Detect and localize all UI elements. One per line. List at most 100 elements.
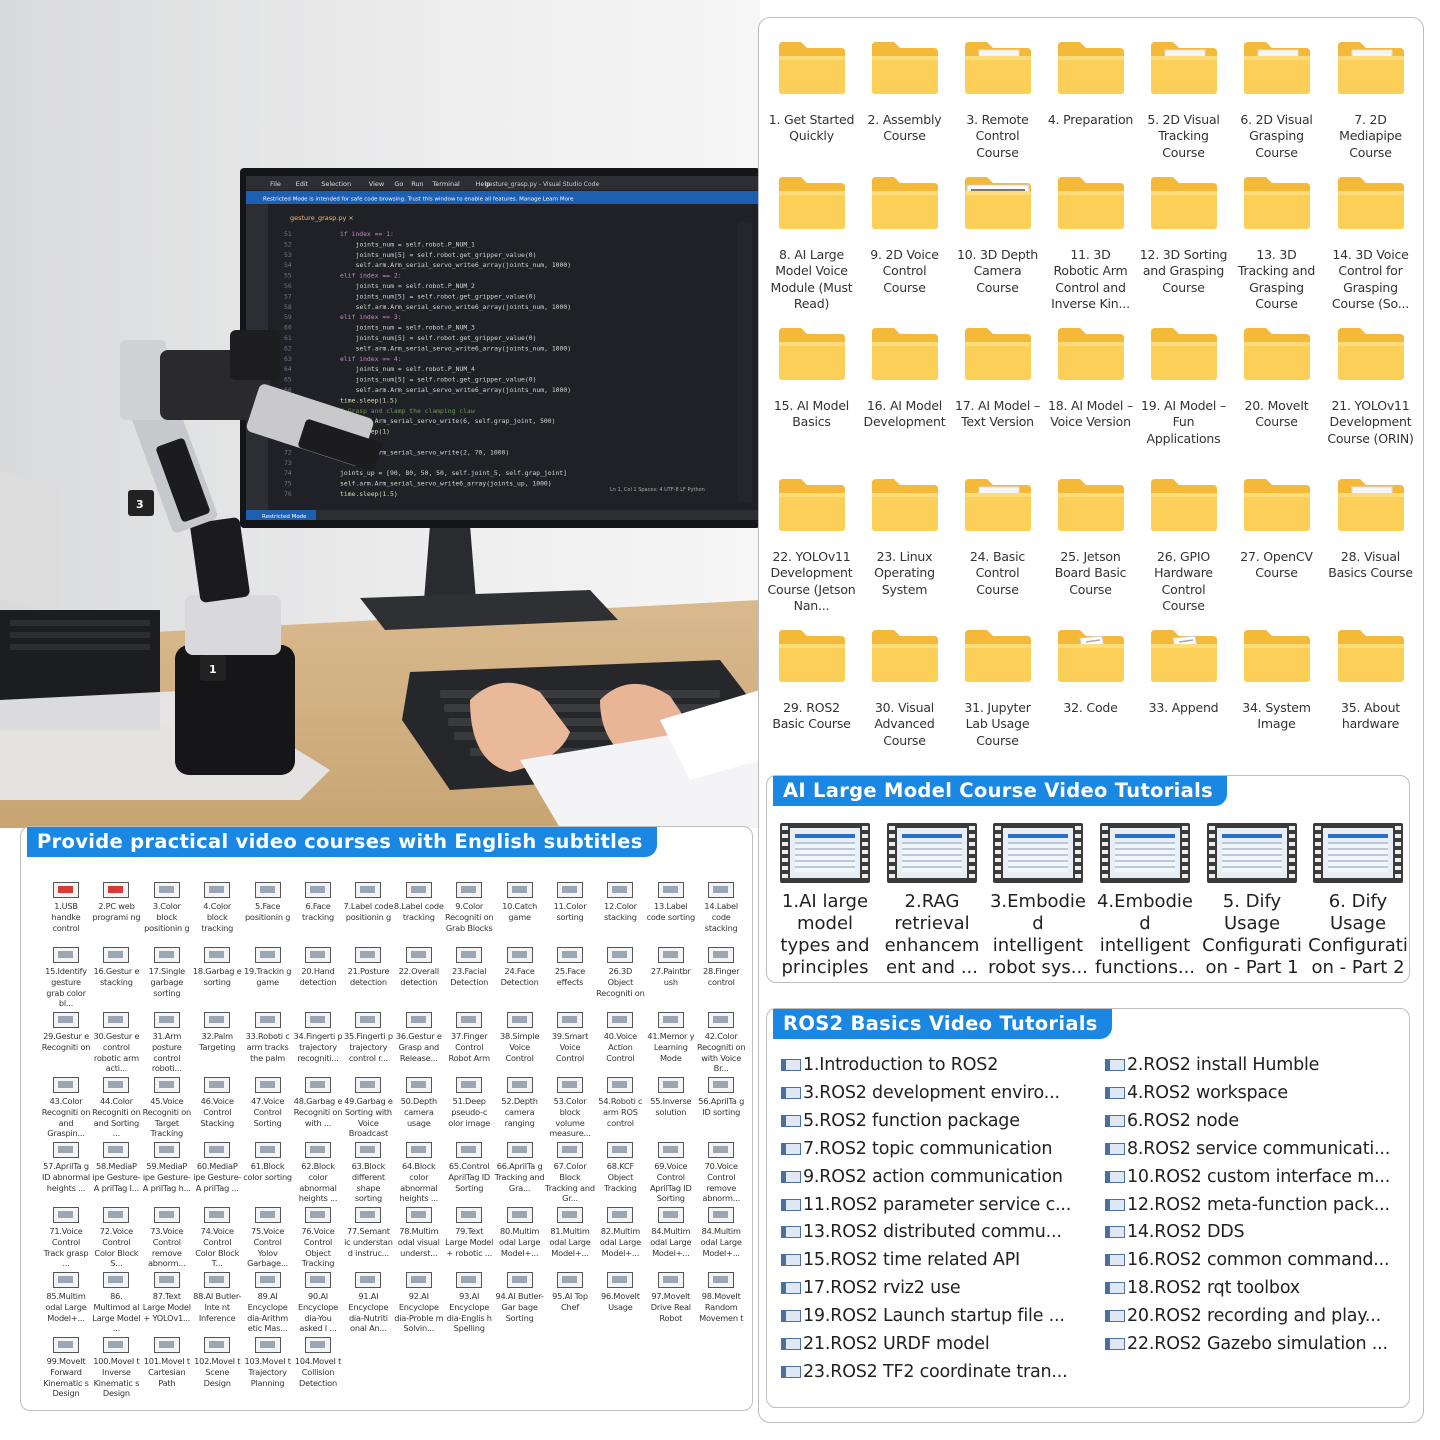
ros2-video-item[interactable]: 17.ROS2 rviz2 use [781,1276,961,1300]
video-tile[interactable]: 3.Embodie d intelligent robot sys... [986,823,1090,979]
practical-video-tile[interactable]: 92.AI Encyclope dia-Proble m Solvin... [394,1272,444,1334]
course-folder[interactable]: 25. Jetson Board Basic Course [1044,477,1137,598]
practical-video-tile[interactable]: 76.Voice Control Object Tracking [293,1207,343,1269]
course-folder[interactable]: 34. System Image [1230,628,1323,733]
practical-video-tile[interactable]: 62.Block color abnormal heights ... [293,1142,343,1204]
video-tile[interactable]: 1.AI large model types and principles [773,823,877,979]
ros2-video-item[interactable]: 8.ROS2 service communicati... [1105,1137,1390,1161]
practical-video-tile[interactable]: 1.USB handke control [41,882,91,933]
practical-video-tile[interactable]: 20.Hand detection [293,947,343,988]
practical-video-tile[interactable]: 24.Face Detection [495,947,545,988]
course-folder[interactable]: 29. ROS2 Basic Course [765,628,858,733]
practical-video-tile[interactable]: 48.Garbag e Recogniti on with ... [293,1077,343,1128]
practical-video-tile[interactable]: 79.Text Large Model + robotic ... [444,1207,494,1258]
practical-video-tile[interactable]: 86. Multimod al Large Model ... [91,1272,141,1334]
course-folder[interactable]: 5. 2D Visual Tracking Course [1137,40,1230,161]
course-folder[interactable]: 16. AI Model Development [858,326,951,431]
practical-video-tile[interactable]: 5.Face positionin g [243,882,293,923]
practical-video-tile[interactable]: 84.Multim odal Large Model+... [646,1207,696,1258]
video-tile[interactable]: 2.RAG retrieval enhancem ent and ... [880,823,984,979]
practical-video-tile[interactable]: 72.Voice Control Color Block S... [91,1207,141,1269]
course-folder[interactable]: 23. Linux Operating System [858,477,951,598]
practical-video-tile[interactable]: 93.AI Encyclope dia-Englis h Spelling [444,1272,494,1334]
course-folder[interactable]: 9. 2D Voice Control Course [858,175,951,296]
practical-video-tile[interactable]: 42.Color Recogniti on with Voice Br... [696,1012,746,1074]
practical-video-tile[interactable]: 66.AprilTa g Tracking and Gra... [495,1142,545,1193]
practical-video-tile[interactable]: 85.Multim odal Large Model+... [41,1272,91,1323]
practical-video-tile[interactable]: 78.Multim odal visual underst... [394,1207,444,1258]
practical-video-tile[interactable]: 43.Color Recogniti on and Graspin... [41,1077,91,1139]
ros2-video-item[interactable]: 9.ROS2 action communication [781,1165,1063,1189]
course-folder[interactable]: 27. OpenCV Course [1230,477,1323,582]
ros2-video-item[interactable]: 2.ROS2 install Humble [1105,1053,1319,1077]
practical-video-tile[interactable]: 41.Memor y Learning Mode [646,1012,696,1063]
practical-video-tile[interactable]: 21.Posture detection [343,947,393,988]
course-folder[interactable]: 13. 3D Tracking and Grasping Course [1230,175,1323,312]
course-folder[interactable]: 20. MoveIt Course [1230,326,1323,431]
practical-video-tile[interactable]: 55.Inverse solution [646,1077,696,1118]
practical-video-tile[interactable]: 10.Catch game [495,882,545,923]
practical-video-tile[interactable]: 63.Block different shape sorting [343,1142,393,1204]
practical-video-tile[interactable]: 36.Gestur e Grasp and Release... [394,1012,444,1063]
practical-video-tile[interactable]: 61.Block color sorting [243,1142,293,1183]
practical-video-tile[interactable]: 103.MoveI t Trajectory Planning [243,1337,293,1388]
ros2-video-item[interactable]: 3.ROS2 development enviro... [781,1081,1060,1105]
practical-video-tile[interactable]: 26.3D Object Recogniti on [595,947,645,998]
practical-video-tile[interactable]: 16.Gestur e stacking [91,947,141,988]
course-folder[interactable]: 10. 3D Depth Camera Course [951,175,1044,296]
practical-video-tile[interactable]: 17.Single garbage sorting [142,947,192,998]
practical-video-tile[interactable]: 74.Voice Control Color Block T... [192,1207,242,1269]
practical-video-tile[interactable]: 57.AprilTa g ID abnormal heights ... [41,1142,91,1193]
ros2-video-item[interactable]: 20.ROS2 recording and play... [1105,1304,1381,1328]
practical-video-tile[interactable]: 14.Label code stacking [696,882,746,933]
course-folder[interactable]: 33. Append [1137,628,1230,716]
practical-video-tile[interactable]: 18.Garbag e sorting [192,947,242,988]
course-folder[interactable]: 15. AI Model Basics [765,326,858,431]
ros2-video-item[interactable]: 11.ROS2 parameter service c... [781,1193,1071,1217]
practical-video-tile[interactable]: 58.MediaP ipe Gesture-A prilTag I... [91,1142,141,1193]
practical-video-tile[interactable]: 69.Voice Control AprilTag ID Sorting [646,1142,696,1204]
practical-video-tile[interactable]: 29.Gestur e Recogniti on [41,1012,91,1053]
practical-video-tile[interactable]: 27.Paintbr ush [646,947,696,988]
practical-video-tile[interactable]: 40.Voice Action Control [595,1012,645,1063]
practical-video-tile[interactable]: 3.Color block positionin g [142,882,192,933]
practical-video-tile[interactable]: 75.Voice Control Yolov Garbage... [243,1207,293,1269]
practical-video-tile[interactable]: 13.Label code sorting [646,882,696,923]
practical-video-tile[interactable]: 70.Voice Control remove abnorm... [696,1142,746,1204]
practical-video-tile[interactable]: 45.Voice Recogniti on Target Tracking [142,1077,192,1139]
ros2-video-item[interactable]: 13.ROS2 distributed commu... [781,1220,1062,1244]
course-folder[interactable]: 19. AI Model – Fun Applications [1137,326,1230,447]
practical-video-tile[interactable]: 49.Garbag e Sorting with Voice Broadcast [343,1077,393,1139]
practical-video-tile[interactable]: 15.Identify gesture grab color bl... [41,947,91,1009]
practical-video-tile[interactable]: 46.Voice Control Stacking [192,1077,242,1128]
course-folder[interactable]: 8. AI Large Model Voice Module (Must Rea… [765,175,858,312]
ros2-video-item[interactable]: 19.ROS2 Launch startup file ... [781,1304,1065,1328]
practical-video-tile[interactable]: 97.MoveIt Drive Real Robot [646,1272,696,1323]
practical-video-tile[interactable]: 89.AI Encyclope dia-Arithm etic Mas... [243,1272,293,1334]
practical-video-tile[interactable]: 38.Simple Voice Control [495,1012,545,1063]
practical-video-tile[interactable]: 99.MoveIt Forward Kinematic s Design [41,1337,91,1399]
practical-video-tile[interactable]: 91.AI Encyclope dia-Nutriti onal An... [343,1272,393,1334]
practical-video-tile[interactable]: 19.Trackin g game [243,947,293,988]
practical-video-tile[interactable]: 4.Color block tracking [192,882,242,933]
practical-video-tile[interactable]: 28.Finger control [696,947,746,988]
practical-video-tile[interactable]: 34.Fingerti p trajectory recogniti... [293,1012,343,1063]
practical-video-tile[interactable]: 102.MoveI t Scene Design [192,1337,242,1388]
course-folder[interactable]: 14. 3D Voice Control for Grasping Course… [1324,175,1417,312]
practical-video-tile[interactable]: 88.AI Butler-Inte nt Inference [192,1272,242,1323]
practical-video-tile[interactable]: 54.Roboti c arm ROS control [595,1077,645,1128]
practical-video-tile[interactable]: 52.Depth camera ranging [495,1077,545,1128]
practical-video-tile[interactable]: 11.Color sorting [545,882,595,923]
ros2-video-item[interactable]: 14.ROS2 DDS [1105,1220,1245,1244]
practical-video-tile[interactable]: 51.Deep pseudo-c olor image [444,1077,494,1128]
practical-video-tile[interactable]: 39.Smart Voice Control [545,1012,595,1063]
practical-video-tile[interactable]: 2.PC web programi ng [91,882,141,923]
practical-video-tile[interactable]: 80.Multim odal Large Model+... [495,1207,545,1258]
course-folder[interactable]: 30. Visual Advanced Course [858,628,951,749]
course-folder[interactable]: 17. AI Model – Text Version [951,326,1044,431]
ros2-video-item[interactable]: 23.ROS2 TF2 coordinate tran... [781,1360,1068,1384]
course-folder[interactable]: 1. Get Started Quickly [765,40,858,145]
course-folder[interactable]: 2. Assembly Course [858,40,951,145]
ros2-video-item[interactable]: 5.ROS2 function package [781,1109,1020,1133]
practical-video-tile[interactable]: 23.Facial Detection [444,947,494,988]
